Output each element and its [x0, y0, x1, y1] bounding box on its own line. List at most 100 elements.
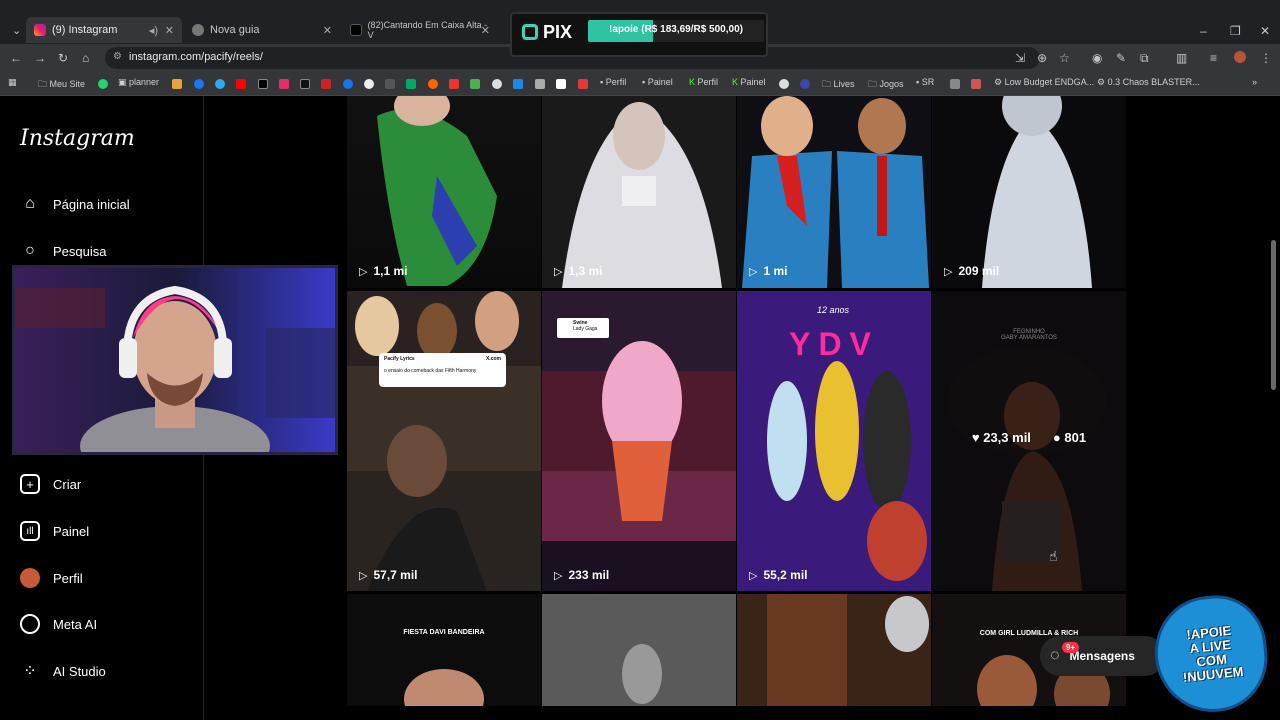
bookmark-low-budget[interactable]: ⚙ Low Budget ENDGA... [994, 77, 1094, 88]
reel-tile[interactable]: ▷ 1 mi [737, 96, 931, 288]
sticker-line: !NUUVEM [1182, 663, 1245, 686]
extensions-puzzle-icon[interactable]: ⧉ [1140, 51, 1149, 66]
tab-instagram[interactable]: (9) Instagram ◂) ✕ [26, 17, 182, 43]
mouse-cursor-icon: ☝ [1049, 548, 1058, 564]
bookmark-icon[interactable] [449, 79, 459, 89]
sidebar-item-meta-ai[interactable]: Meta AI [20, 614, 97, 634]
apoie-live-sticker: !APOIE A LIVE COM !NUUVEM [1149, 590, 1273, 718]
speaker-icon[interactable]: ◂) [149, 24, 158, 37]
sidebar-item-home[interactable]: ⌂ Página inicial [20, 194, 129, 214]
instagram-logo[interactable]: Instagram [20, 126, 135, 151]
bookmark-icon[interactable] [470, 79, 480, 89]
gmail-icon[interactable] [172, 79, 182, 89]
tab-list-button[interactable]: ⌄ [4, 17, 24, 43]
close-icon[interactable]: ✕ [481, 24, 490, 37]
instagram-icon[interactable] [279, 79, 289, 89]
reel-tile[interactable]: Pacify Lyrics X.com o ensaio do comeback … [347, 291, 541, 591]
bookmark-painel-2[interactable]: K Painel [732, 77, 766, 87]
sidebar-item-ai-studio[interactable]: ⁘ AI Studio [20, 661, 105, 681]
comments-stat: ● 801 [1053, 430, 1086, 445]
reel-tile[interactable]: ▷ 1,1 mi [347, 96, 541, 288]
reel-tile-hovered[interactable]: FEGNINHO GABY AMARANTOS ♥ 23,3 mil ● 801 [932, 291, 1126, 591]
reel-tile[interactable]: ▷ 1,3 mi [542, 96, 736, 288]
bookmark-perfil[interactable]: ▪ Perfil [600, 77, 626, 87]
apps-grid-icon[interactable]: ▦ [8, 77, 17, 88]
x-icon[interactable] [258, 79, 268, 89]
bookmark-icon[interactable] [535, 79, 545, 89]
more-bookmarks-icon[interactable]: » [1252, 77, 1257, 87]
tab-label: Nova guia [210, 24, 260, 36]
minimize-icon[interactable]: – [1200, 24, 1207, 38]
reel-tile[interactable]: FIESTA DAVI BANDEIRA [347, 594, 541, 706]
reel-view-count: ▷ 57,7 mil [359, 568, 418, 582]
sidebar-item-profile[interactable]: Perfil [20, 568, 83, 588]
site-info-icon[interactable]: ⚙ [113, 51, 122, 62]
tab-new[interactable]: Nova guia ✕ [184, 17, 340, 43]
tab-tiktok[interactable]: (82)Cantando Em Caixa Alta - V ✕ [342, 17, 498, 43]
bookmark-sr[interactable]: ▪ SR [916, 77, 934, 87]
reel-thumbnail [742, 96, 929, 288]
maximize-icon[interactable]: ❐ [1230, 24, 1241, 38]
bookmark-icon[interactable] [321, 79, 331, 89]
reel-tile[interactable] [542, 594, 736, 706]
bookmark-perfil-2[interactable]: K Perfil [689, 77, 718, 87]
bookmark-icon[interactable] [428, 79, 438, 89]
facebook-icon[interactable] [194, 79, 204, 89]
whatsapp-icon[interactable] [98, 79, 108, 89]
bookmark-jogos[interactable]: 🗀 Jogos [868, 77, 904, 93]
song-card: Swine Lady Gaga [557, 318, 609, 338]
bookmark-chaos-blaster[interactable]: ⚙ 0.3 Chaos BLASTER... [1097, 77, 1200, 88]
bookmark-planner[interactable]: ▣ planner [118, 77, 159, 88]
bookmark-icon[interactable] [556, 79, 566, 89]
sidepanel-icon[interactable]: ▥ [1176, 51, 1187, 65]
bookmark-icon[interactable] [800, 79, 810, 89]
bookmark-icon[interactable] [406, 79, 416, 89]
play-icon: ▷ [359, 569, 368, 582]
close-icon[interactable]: ✕ [323, 24, 332, 37]
media-icon[interactable]: ≡ [1210, 51, 1217, 65]
page-scrollbar[interactable] [1271, 240, 1276, 390]
bookmark-painel[interactable]: ▪ Painel [642, 77, 673, 87]
profile-avatar-icon[interactable] [1234, 51, 1246, 63]
youtube-icon[interactable] [236, 79, 246, 89]
bookmark-icon[interactable] [578, 79, 588, 89]
tile-caption: FIESTA DAVI BANDEIRA [403, 629, 485, 636]
close-icon[interactable]: ✕ [165, 24, 174, 37]
telegram-icon[interactable] [215, 79, 225, 89]
home-icon[interactable]: ⌂ [82, 51, 89, 65]
bookmark-icon[interactable] [364, 79, 374, 89]
bookmark-icon[interactable] [971, 79, 981, 89]
menu-kebab-icon[interactable]: ⋮ [1260, 51, 1272, 65]
bookmark-meu-site[interactable]: 🗀 Meu Site [38, 77, 85, 93]
bookmark-icon[interactable] [492, 79, 502, 89]
sidebar-item-create[interactable]: + Criar [20, 474, 81, 494]
sidebar-item-dashboard[interactable]: ıll Painel [20, 521, 89, 541]
reel-tile[interactable]: YDV 12 anos ▷ 55,2 mil [737, 291, 931, 591]
tweet-user: Pacify Lyrics [384, 356, 415, 362]
back-icon[interactable]: ← [10, 51, 22, 65]
reel-hover-stats: ♥ 23,3 mil ● 801 [932, 430, 1126, 445]
bookmark-lives[interactable]: 🗀 Lives [822, 77, 855, 93]
reel-tile[interactable] [737, 594, 931, 706]
bookmark-icon[interactable] [779, 79, 789, 89]
forward-icon[interactable]: → [34, 51, 46, 65]
extension-pen-icon[interactable]: ✎ [1116, 51, 1126, 65]
reel-tile[interactable]: ▷ 209 mil [932, 96, 1126, 288]
bookmark-star-icon[interactable]: ☆ [1059, 51, 1070, 65]
bookmark-icon[interactable] [385, 79, 395, 89]
install-icon[interactable]: ⇲ [1015, 51, 1025, 65]
tiktok-icon[interactable] [300, 79, 310, 89]
extension-camera-icon[interactable]: ◉ [1092, 51, 1102, 65]
bookmark-icon[interactable] [343, 79, 353, 89]
reel-tile[interactable]: Swine Lady Gaga ▷ 233 mil [542, 291, 736, 591]
bookmark-icon[interactable] [950, 79, 960, 89]
close-window-icon[interactable]: ✕ [1260, 24, 1270, 38]
donation-progress-text: !apoie (R$ 183,69/R$ 500,00) [609, 24, 743, 35]
messenger-icon: ◌ [1050, 647, 1060, 664]
zoom-icon[interactable]: ⊕ [1037, 51, 1047, 65]
reload-icon[interactable]: ↻ [58, 51, 68, 65]
sidebar-item-search[interactable]: ○ Pesquisa [20, 241, 106, 261]
sidebar-item-label: Perfil [53, 570, 83, 586]
bookmark-icon[interactable] [513, 79, 523, 89]
messages-button[interactable]: ◌ Mensagens [1040, 636, 1165, 676]
